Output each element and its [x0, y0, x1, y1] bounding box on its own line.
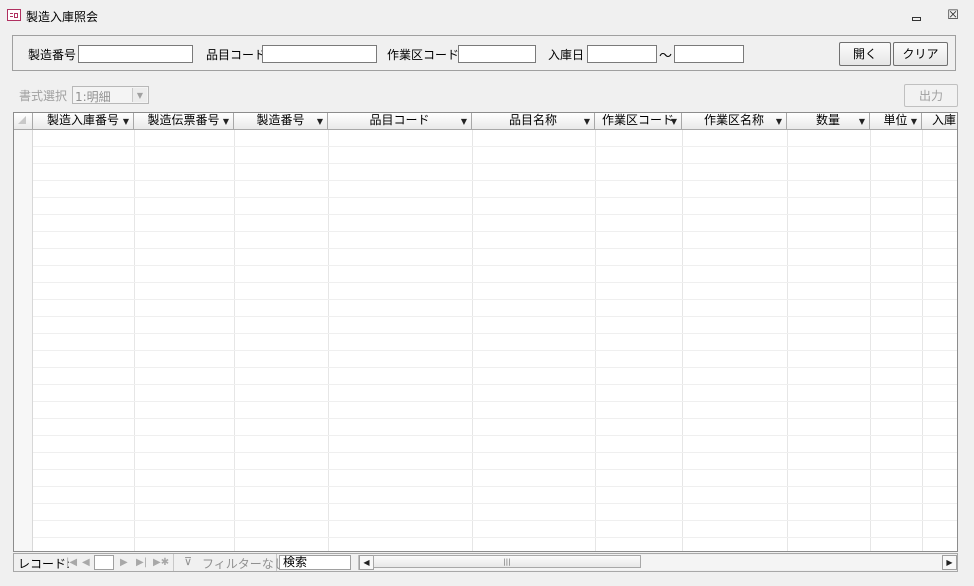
- chevron-down-icon[interactable]: ▼: [132, 88, 147, 102]
- scroll-right-icon[interactable]: ▶: [942, 555, 957, 570]
- current-record-input[interactable]: [94, 555, 114, 570]
- scroll-left-icon[interactable]: ◀: [359, 555, 374, 570]
- scroll-thumb[interactable]: |||: [373, 555, 641, 568]
- row-divider: [33, 435, 957, 436]
- row-divider: [33, 282, 957, 283]
- column-divider: [328, 130, 329, 551]
- column-divider: [682, 130, 683, 551]
- row-divider: [33, 197, 957, 198]
- column-divider: [787, 130, 788, 551]
- clear-button[interactable]: クリア: [893, 42, 948, 66]
- item-code-label: 品目コード: [206, 48, 267, 62]
- open-button[interactable]: 開く: [839, 42, 891, 66]
- column-divider: [234, 130, 235, 551]
- column-divider: [472, 130, 473, 551]
- row-divider: [33, 418, 957, 419]
- row-divider: [33, 367, 957, 368]
- item-code-input[interactable]: [262, 45, 377, 63]
- row-divider: [33, 299, 957, 300]
- row-divider: [33, 350, 957, 351]
- format-select-value: 1:明細: [75, 90, 111, 104]
- grid-lines: [14, 113, 957, 551]
- column-divider: [595, 130, 596, 551]
- row-divider: [33, 248, 957, 249]
- receipt-date-label: 入庫日: [548, 48, 585, 62]
- row-divider: [33, 231, 957, 232]
- row-divider: [33, 503, 957, 504]
- output-button[interactable]: 出力: [904, 84, 958, 107]
- horizontal-scrollbar[interactable]: ◀ ||| ▶: [358, 555, 957, 570]
- new-record-icon[interactable]: ▶✱: [153, 555, 169, 571]
- search-input[interactable]: 検索: [279, 555, 351, 570]
- title-bar: 製造入庫照会 ☒: [0, 0, 974, 30]
- filter-icon: ⊽: [184, 555, 193, 568]
- row-divider: [33, 486, 957, 487]
- form-icon: [7, 9, 21, 21]
- next-record-icon[interactable]: ▶: [120, 555, 128, 571]
- filter-label: フィルターなし: [202, 557, 286, 571]
- row-divider: [33, 163, 957, 164]
- mfg-no-label: 製造番号: [28, 48, 77, 62]
- row-divider: [33, 333, 957, 334]
- row-divider: [33, 452, 957, 453]
- receipt-date-from-input[interactable]: [587, 45, 657, 63]
- mfg-no-input[interactable]: [78, 45, 193, 63]
- row-divider: [33, 469, 957, 470]
- search-panel: 製造番号 品目コード 作業区コード 入庫日 〜 開く クリア: [12, 35, 956, 71]
- row-divider: [33, 180, 957, 181]
- row-divider: [33, 401, 957, 402]
- work-area-code-label: 作業区コード: [387, 48, 460, 62]
- datasheet-grid[interactable]: 製造入庫番号 ▼ 製造伝票番号 ▼ 製造番号 ▼ 品目コード ▼ 品目名称 ▼ 作業区コー…: [13, 112, 958, 552]
- row-divider: [33, 265, 957, 266]
- window-title: 製造入庫照会: [26, 10, 99, 24]
- row-divider: [33, 520, 957, 521]
- format-select[interactable]: 1:明細 ▼: [72, 86, 149, 104]
- row-divider: [33, 384, 957, 385]
- minimize-button[interactable]: [908, 10, 926, 24]
- record-navigation-bar: レコード: |◀ ◀ ▶ ▶| ▶✱ ⊽ フィルターなし 検索 ◀ ||| ▶: [13, 553, 958, 572]
- work-area-code-input[interactable]: [458, 45, 536, 63]
- row-divider: [33, 146, 957, 147]
- row-divider: [33, 537, 957, 538]
- receipt-date-to-input[interactable]: [674, 45, 744, 63]
- filter-toggle[interactable]: ⊽ フィルターなし: [173, 554, 286, 571]
- first-record-icon[interactable]: |◀: [66, 555, 77, 571]
- last-record-icon[interactable]: ▶|: [136, 555, 147, 571]
- record-label: レコード:: [18, 557, 71, 571]
- close-button[interactable]: ☒: [944, 8, 962, 24]
- date-range-separator: 〜: [659, 49, 673, 64]
- column-divider: [870, 130, 871, 551]
- column-divider: [922, 130, 923, 551]
- column-divider: [134, 130, 135, 551]
- row-divider: [33, 316, 957, 317]
- format-select-label: 書式選択: [19, 89, 68, 103]
- row-divider: [33, 214, 957, 215]
- prev-record-icon[interactable]: ◀: [82, 555, 90, 571]
